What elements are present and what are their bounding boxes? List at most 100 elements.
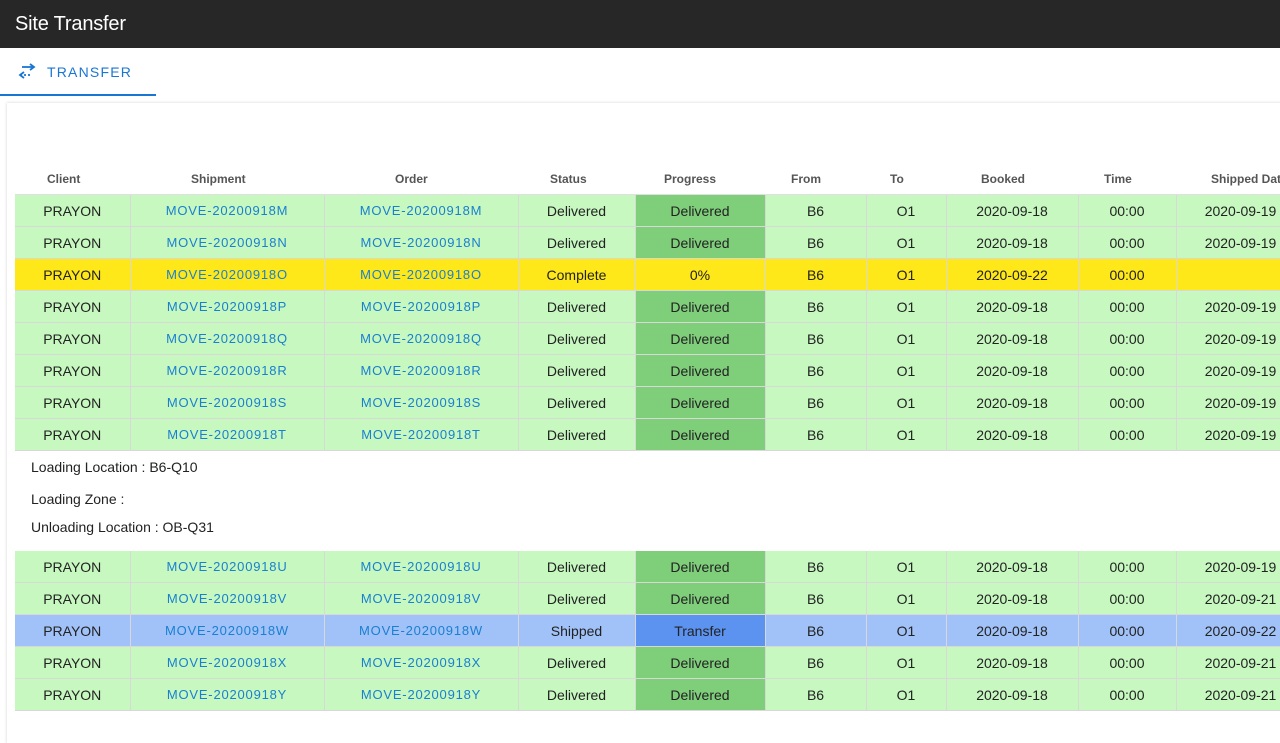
table-row[interactable]: PRAYON MOVE-20200918N MOVE-20200918N Delive… xyxy=(15,226,1280,259)
location-info-text: Loading Location : B6-Q10 xyxy=(15,450,1280,483)
from-cell: B6 xyxy=(765,418,867,451)
to-cell: O1 xyxy=(866,354,947,387)
transfer-table: Client Shipment Order Status Progress Fr… xyxy=(15,164,1280,711)
col-booked[interactable]: Booked xyxy=(946,164,1078,195)
order-link[interactable]: MOVE-20200918X xyxy=(324,646,519,679)
shipment-link[interactable]: MOVE-20200918O xyxy=(130,258,325,291)
shipment-link[interactable]: MOVE-20200918W xyxy=(130,614,325,647)
shipment-link[interactable]: MOVE-20200918S xyxy=(130,386,325,419)
status-cell: Complete xyxy=(518,258,636,291)
swap-horiz-icon xyxy=(18,63,36,79)
table-row[interactable]: PRAYON MOVE-20200918T MOVE-20200918T Delive… xyxy=(15,418,1280,451)
to-cell: O1 xyxy=(866,386,947,419)
col-from[interactable]: From xyxy=(765,164,866,195)
from-cell: B6 xyxy=(765,551,867,583)
shipped-date-cell: 2020-09-19 xyxy=(1176,322,1280,355)
table-row[interactable]: PRAYON MOVE-20200918X MOVE-20200918X Delive… xyxy=(15,646,1280,679)
group-spacer xyxy=(15,539,1280,551)
time-cell: 00:00 xyxy=(1078,354,1177,387)
table-header-row: Client Shipment Order Status Progress Fr… xyxy=(15,164,1280,195)
client-cell: PRAYON xyxy=(15,258,131,291)
col-progress[interactable]: Progress xyxy=(635,164,765,195)
table-row[interactable]: PRAYON MOVE-20200918S MOVE-20200918S Delive… xyxy=(15,386,1280,419)
col-order[interactable]: Order xyxy=(324,164,518,195)
order-link[interactable]: MOVE-20200918R xyxy=(324,354,519,387)
booked-cell: 2020-09-18 xyxy=(946,194,1079,227)
order-link[interactable]: MOVE-20200918N xyxy=(324,226,519,259)
order-link[interactable]: MOVE-20200918W xyxy=(324,614,519,647)
shipped-date-cell: 2020-09-19 xyxy=(1176,386,1280,419)
col-time[interactable]: Time xyxy=(1078,164,1176,195)
table-row[interactable]: PRAYON MOVE-20200918W MOVE-20200918W Shippe… xyxy=(15,614,1280,647)
to-cell: O1 xyxy=(866,551,947,583)
status-cell: Delivered xyxy=(518,194,636,227)
progress-cell: Delivered xyxy=(635,418,766,451)
col-shipped-date[interactable]: Shipped Date xyxy=(1176,164,1280,195)
from-cell: B6 xyxy=(765,322,867,355)
shipment-link[interactable]: MOVE-20200918Y xyxy=(130,678,325,711)
col-client[interactable]: Client xyxy=(15,164,130,195)
col-to[interactable]: To xyxy=(866,164,946,195)
progress-cell: Delivered xyxy=(635,678,766,711)
shipment-link[interactable]: MOVE-20200918U xyxy=(130,551,325,583)
order-link[interactable]: MOVE-20200918V xyxy=(324,582,519,615)
location-info-row: Loading Zone : xyxy=(15,483,1280,515)
time-cell: 00:00 xyxy=(1078,582,1177,615)
to-cell: O1 xyxy=(866,322,947,355)
order-link[interactable]: MOVE-20200918T xyxy=(324,418,519,451)
booked-cell: 2020-09-18 xyxy=(946,551,1079,583)
shipment-link[interactable]: MOVE-20200918M xyxy=(130,194,325,227)
table-row[interactable]: PRAYON MOVE-20200918M MOVE-20200918M Delive… xyxy=(15,194,1280,227)
table-row[interactable]: PRAYON MOVE-20200918O MOVE-20200918O Comple… xyxy=(15,258,1280,291)
order-link[interactable]: MOVE-20200918U xyxy=(324,551,519,583)
status-cell: Delivered xyxy=(518,551,636,583)
location-info-row: Loading Location : B6-Q10 xyxy=(15,450,1280,483)
shipped-date-cell: 2020-09-22 xyxy=(1176,614,1280,647)
tab-transfer[interactable]: TRANSFER xyxy=(0,48,156,96)
app-bar: Site Transfer xyxy=(0,0,1280,48)
client-cell: PRAYON xyxy=(15,322,131,355)
progress-cell: Delivered xyxy=(635,354,766,387)
table-row[interactable]: PRAYON MOVE-20200918U MOVE-20200918U Delive… xyxy=(15,551,1280,583)
client-cell: PRAYON xyxy=(15,614,131,647)
progress-cell: Delivered xyxy=(635,386,766,419)
table-row[interactable]: PRAYON MOVE-20200918P MOVE-20200918P Delive… xyxy=(15,290,1280,323)
shipped-date-cell: 2020-09-21 xyxy=(1176,678,1280,711)
table-row[interactable]: PRAYON MOVE-20200918Y MOVE-20200918Y Delive… xyxy=(15,678,1280,711)
client-cell: PRAYON xyxy=(15,354,131,387)
order-link[interactable]: MOVE-20200918S xyxy=(324,386,519,419)
shipment-link[interactable]: MOVE-20200918T xyxy=(130,418,325,451)
shipped-date-cell: 2020-09-19 xyxy=(1176,226,1280,259)
order-link[interactable]: MOVE-20200918Q xyxy=(324,322,519,355)
order-link[interactable]: MOVE-20200918P xyxy=(324,290,519,323)
shipment-link[interactable]: MOVE-20200918Q xyxy=(130,322,325,355)
table-row[interactable]: PRAYON MOVE-20200918V MOVE-20200918V Delive… xyxy=(15,582,1280,615)
shipment-link[interactable]: MOVE-20200918R xyxy=(130,354,325,387)
booked-cell: 2020-09-18 xyxy=(946,582,1079,615)
location-info-text: Loading Zone : xyxy=(15,483,1280,515)
to-cell: O1 xyxy=(866,194,947,227)
time-cell: 00:00 xyxy=(1078,646,1177,679)
status-cell: Delivered xyxy=(518,646,636,679)
shipment-link[interactable]: MOVE-20200918X xyxy=(130,646,325,679)
order-link[interactable]: MOVE-20200918Y xyxy=(324,678,519,711)
shipment-link[interactable]: MOVE-20200918P xyxy=(130,290,325,323)
shipment-link[interactable]: MOVE-20200918N xyxy=(130,226,325,259)
table-row[interactable]: PRAYON MOVE-20200918Q MOVE-20200918Q Delive… xyxy=(15,322,1280,355)
from-cell: B6 xyxy=(765,354,867,387)
col-shipment[interactable]: Shipment xyxy=(130,164,324,195)
booked-cell: 2020-09-18 xyxy=(946,226,1079,259)
order-link[interactable]: MOVE-20200918M xyxy=(324,194,519,227)
client-cell: PRAYON xyxy=(15,678,131,711)
shipment-link[interactable]: MOVE-20200918V xyxy=(130,582,325,615)
col-status[interactable]: Status xyxy=(518,164,635,195)
client-cell: PRAYON xyxy=(15,226,131,259)
to-cell: O1 xyxy=(866,258,947,291)
client-cell: PRAYON xyxy=(15,418,131,451)
from-cell: B6 xyxy=(765,194,867,227)
table-row[interactable]: PRAYON MOVE-20200918R MOVE-20200918R Delive… xyxy=(15,354,1280,387)
order-link[interactable]: MOVE-20200918O xyxy=(324,258,519,291)
booked-cell: 2020-09-22 xyxy=(946,258,1079,291)
progress-cell: Delivered xyxy=(635,226,766,259)
spacer-cell xyxy=(15,539,1280,551)
